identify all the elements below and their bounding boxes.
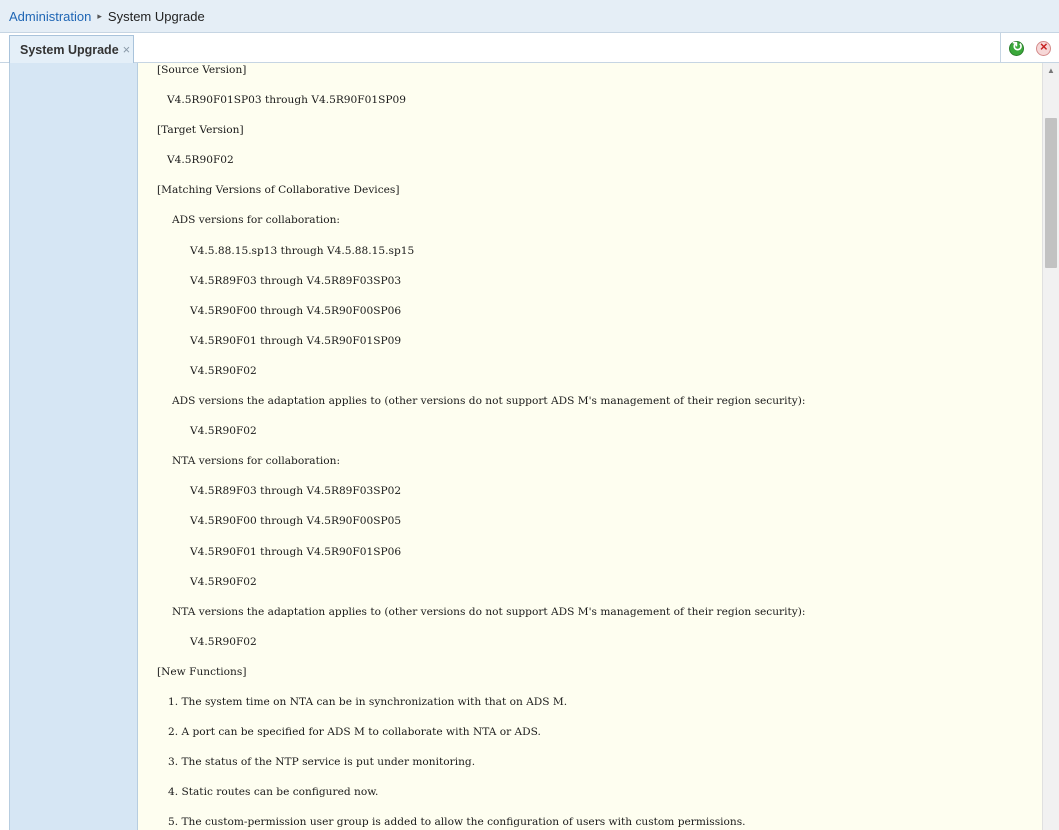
nta-collab-heading: NTA versions for collaboration: (172, 455, 341, 468)
scroll-thumb[interactable] (1045, 118, 1057, 268)
new-function-item: 2. A port can be specified for ADS M to … (168, 726, 541, 739)
nta-collab-item: V4.5R90F01 through V4.5R90F01SP06 (190, 545, 402, 558)
new-functions-heading: [New Functions] (157, 665, 247, 678)
new-function-item: 3. The status of the NTP service is put … (168, 756, 476, 769)
vertical-scrollbar[interactable]: ▲ (1042, 63, 1059, 830)
ads-collab-item: V4.5.88.15.sp13 through V4.5.88.15.sp15 (190, 244, 415, 257)
toolbar-divider (1000, 33, 1001, 63)
target-version-heading: [Target Version] (157, 124, 244, 137)
ads-collab-item: V4.5R90F02 (190, 364, 257, 377)
ads-collab-heading: ADS versions for collaboration: (172, 214, 341, 227)
ads-collab-item: V4.5R90F00 through V4.5R90F00SP06 (190, 304, 402, 317)
matching-versions-heading: [Matching Versions of Collaborative Devi… (157, 184, 400, 197)
tab-label: System Upgrade (20, 42, 119, 57)
source-version-range: V4.5R90F01SP03 through V4.5R90F01SP09 (167, 94, 406, 107)
refresh-icon[interactable] (1009, 39, 1024, 56)
new-function-item: 5. The custom-permission user group is a… (168, 816, 746, 829)
ads-adapt-item: V4.5R90F02 (190, 425, 257, 438)
tab-bar: System Upgrade × (0, 33, 1059, 64)
nta-adapt-item: V4.5R90F02 (190, 635, 257, 648)
nta-collab-item: V4.5R90F02 (190, 575, 257, 588)
breadcrumb-separator-icon: ▸ (97, 10, 102, 21)
nta-collab-item: V4.5R90F00 through V4.5R90F00SP05 (190, 515, 402, 528)
scroll-up-arrow-icon[interactable]: ▲ (1043, 65, 1059, 77)
release-notes-panel: [Source Version] V4.5R90F01SP03 through … (138, 63, 1042, 830)
close-all-icon[interactable] (1036, 39, 1051, 56)
ads-collab-item: V4.5R90F01 through V4.5R90F01SP09 (190, 334, 402, 347)
ads-adapt-heading: ADS versions the adaptation applies to (… (172, 395, 806, 408)
target-version: V4.5R90F02 (167, 154, 234, 167)
tab-close-icon[interactable]: × (123, 42, 131, 57)
new-function-item: 1. The system time on NTA can be in sync… (168, 695, 568, 708)
breadcrumb-administration-link[interactable]: Administration (9, 9, 91, 24)
breadcrumb: Administration ▸ System Upgrade (0, 0, 1059, 33)
tab-system-upgrade[interactable]: System Upgrade × (9, 35, 134, 64)
source-version-heading: [Source Version] (157, 64, 247, 76)
nta-adapt-heading: NTA versions the adaptation applies to (… (172, 605, 806, 618)
release-notes: [Source Version] V4.5R90F01SP03 through … (157, 63, 1027, 830)
new-function-item: 4. Static routes can be configured now. (168, 786, 379, 799)
ads-collab-item: V4.5R89F03 through V4.5R89F03SP03 (190, 274, 402, 287)
left-panel (9, 63, 138, 830)
nta-collab-item: V4.5R89F03 through V4.5R89F03SP02 (190, 485, 402, 498)
breadcrumb-current: System Upgrade (107, 8, 205, 24)
